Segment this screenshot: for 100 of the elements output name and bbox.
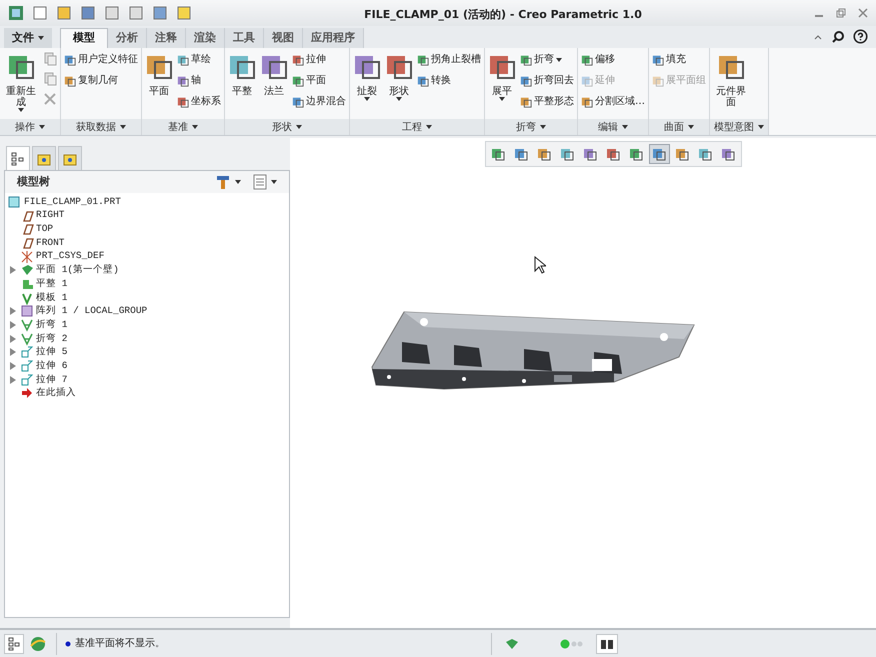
ribbon-button[interactable]: 拉伸 (292, 51, 346, 68)
close-icon[interactable] (858, 8, 868, 18)
paste-icon[interactable] (43, 72, 57, 86)
feature-icon (64, 74, 76, 86)
search-icon[interactable] (831, 30, 845, 44)
panel-tab[interactable] (6, 146, 30, 170)
tree-item[interactable]: RIGHT (36, 208, 65, 223)
toolbar-icon[interactable] (128, 5, 144, 21)
help-icon[interactable] (853, 29, 868, 44)
ribbon-tab[interactable]: 视图 (264, 28, 303, 48)
tree-item[interactable]: FRONT (36, 236, 65, 250)
cursor-icon (534, 256, 546, 274)
tree-item[interactable]: 平面 1(第一个壁) (36, 263, 119, 278)
view-toolbar-button[interactable] (648, 144, 670, 164)
group-label[interactable]: 编辑 (578, 119, 648, 135)
toolbar-icon[interactable] (152, 5, 168, 21)
expand-icon[interactable] (10, 362, 16, 370)
feature-icon (652, 54, 664, 66)
ribbon-button[interactable]: 复制几何 (64, 72, 138, 89)
ribbon-button[interactable]: 拐角止裂槽 (417, 51, 481, 68)
tree-item[interactable]: FILE_CLAMP_01.PRT (24, 194, 121, 209)
settings-button[interactable] (215, 174, 241, 190)
ribbon-button[interactable]: 折弯回去 (520, 72, 574, 89)
tree-item[interactable]: 模板 1 (36, 290, 68, 305)
tree-item[interactable]: 折弯 1 (36, 318, 68, 332)
ribbon-button[interactable]: 轴 (177, 72, 221, 89)
group-label[interactable]: 工程 (350, 119, 484, 135)
feature-icon (177, 54, 189, 66)
ribbon-button[interactable]: 展平 (486, 48, 518, 119)
status-message: 基准平面将不显示。 (75, 636, 166, 651)
ribbon-button[interactable]: 草绘 (177, 51, 221, 68)
tree-item[interactable]: 拉伸 6 (36, 358, 68, 374)
feature-icon (20, 304, 34, 318)
group-label[interactable]: 基准 (142, 119, 224, 135)
ribbon-button[interactable]: 扯裂 (351, 48, 383, 119)
ribbon-button[interactable]: 法兰 (258, 48, 290, 119)
regenerate-icon[interactable] (504, 636, 520, 650)
ribbon-tab[interactable]: 应用程序 (303, 28, 364, 48)
tree-item[interactable]: 在此插入 (36, 386, 76, 401)
ribbon-button[interactable]: 坐标系 (177, 93, 221, 110)
expand-icon[interactable] (10, 266, 16, 274)
ribbon-button[interactable]: 用户定义特征 (64, 51, 138, 68)
expand-icon[interactable] (10, 376, 16, 384)
ribbon-tab[interactable]: 模型 (60, 28, 108, 48)
tree-item[interactable]: 阵列 1 / LOCAL_GROUP (36, 304, 148, 318)
expand-icon[interactable] (10, 321, 16, 330)
ribbon-tab[interactable]: 渲染 (186, 28, 225, 48)
group-label[interactable]: 获取数据 (61, 119, 141, 135)
group-label[interactable]: 曲面 (649, 119, 709, 135)
panel-tab[interactable] (32, 146, 56, 170)
ribbon-button[interactable]: 折弯 (520, 51, 574, 68)
delete-icon[interactable] (43, 92, 57, 106)
feature-icon (20, 372, 34, 387)
panel-title: 模型树 (17, 174, 51, 190)
ribbon-button[interactable]: 重新生成 (1, 48, 41, 119)
ribbon-button[interactable]: 形状 (383, 48, 415, 119)
tree-item[interactable]: 折弯 2 (36, 332, 68, 346)
tree-item[interactable]: TOP (36, 222, 54, 236)
ribbon-button[interactable]: 转换 (417, 72, 481, 89)
ribbon-button[interactable]: 元件界面 (711, 48, 751, 119)
tree-item[interactable]: PRT_CSYS_DEF (36, 249, 104, 264)
caret-icon (192, 125, 198, 129)
file-menu-button[interactable]: 文件 (4, 28, 52, 48)
expand-icon[interactable] (10, 348, 16, 356)
ribbon-button[interactable]: 平整形态 (520, 93, 574, 110)
tree-item[interactable]: 拉伸 7 (36, 372, 68, 387)
ribbon-button[interactable]: 平面 (143, 48, 175, 119)
feature-icon (520, 54, 532, 66)
toolbar-icon[interactable] (104, 5, 120, 21)
group-label[interactable]: 形状 (225, 119, 349, 135)
ribbon-button[interactable]: 填充 (652, 51, 706, 68)
group-label[interactable]: 操作 (0, 119, 60, 135)
group-label[interactable]: 模型意图 (710, 119, 768, 135)
toolbar-icon[interactable] (80, 5, 96, 21)
app-icon[interactable] (8, 5, 24, 21)
ribbon-tab[interactable]: 工具 (225, 28, 264, 48)
toolbar-icon[interactable] (56, 5, 72, 21)
find-button[interactable] (596, 634, 618, 654)
feature-icon (581, 96, 593, 108)
ribbon-button[interactable]: 偏移 (581, 51, 645, 68)
toolbar-icon[interactable] (176, 5, 192, 21)
ribbon-button[interactable]: 边界混合 (292, 93, 346, 110)
panel-tab[interactable] (58, 146, 82, 170)
tree-toggle-button[interactable] (4, 634, 24, 654)
ribbon-button[interactable]: 平整 (226, 48, 258, 119)
tree-item[interactable]: 拉伸 5 (36, 345, 68, 360)
expand-icon[interactable] (10, 334, 16, 343)
toolbar-icon[interactable] (32, 5, 48, 21)
ribbon-button[interactable]: 平面 (292, 72, 346, 89)
show-button[interactable] (253, 174, 277, 190)
tree-item[interactable]: 平整 1 (36, 276, 68, 292)
copy-icon[interactable] (43, 52, 57, 66)
ribbon-button[interactable]: 分割区域… (581, 93, 645, 110)
ribbon-tab[interactable]: 注释 (147, 28, 186, 48)
feature-icon (177, 96, 189, 108)
ribbon-tab[interactable]: 分析 (108, 28, 147, 48)
restore-icon[interactable] (836, 8, 846, 18)
group-label[interactable]: 折弯 (485, 119, 577, 135)
expand-icon[interactable] (10, 307, 16, 316)
caret-icon (296, 125, 302, 129)
